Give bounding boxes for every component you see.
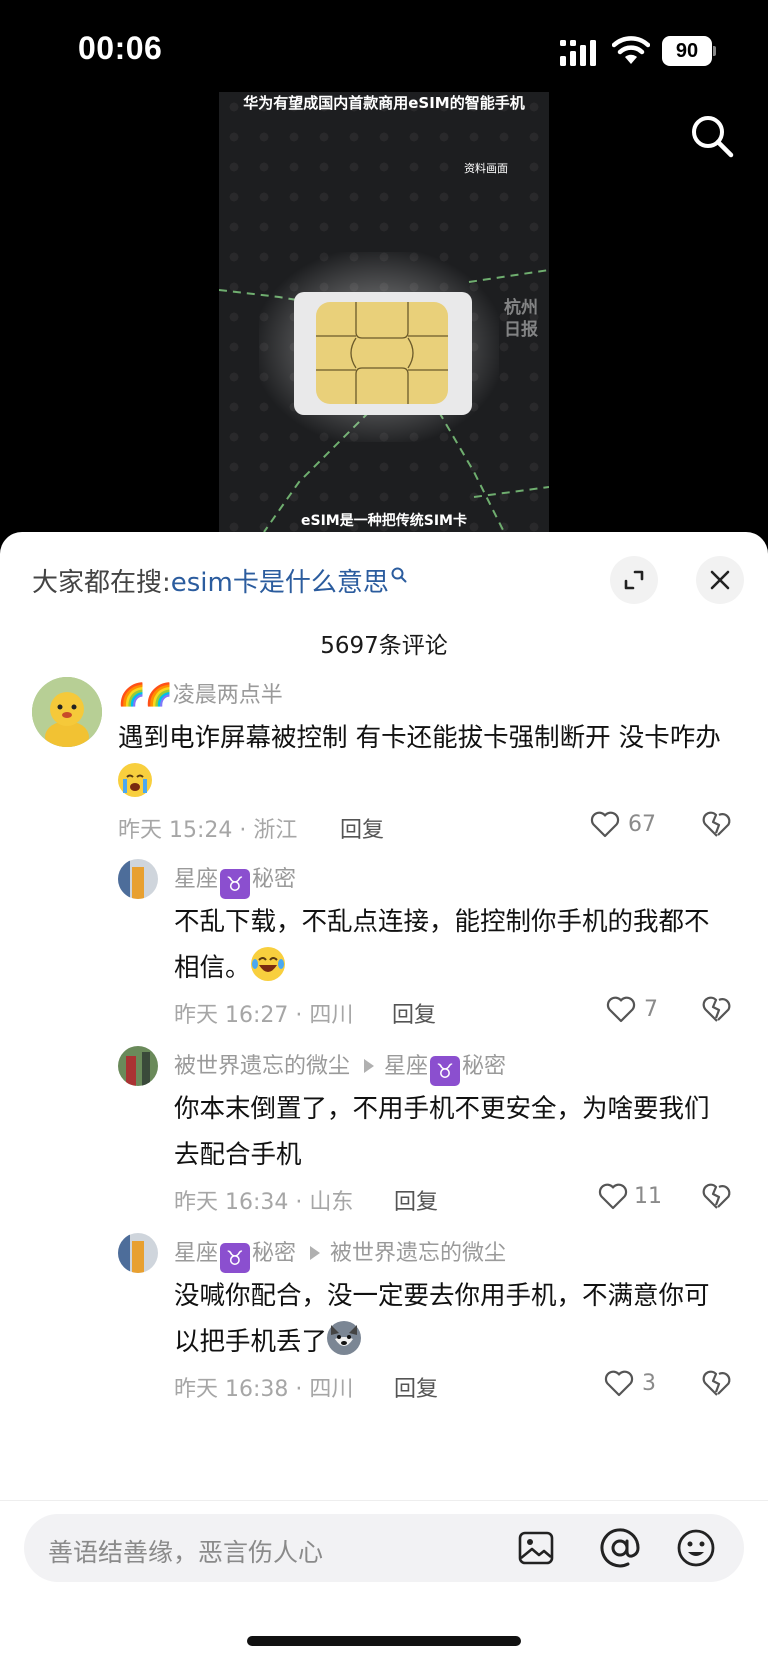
video-tag: 资料画面 — [464, 162, 508, 175]
avatar[interactable] — [118, 1046, 158, 1086]
like-count: 11 — [634, 1184, 662, 1209]
reply-time: 昨天 16:27 · 四川 — [174, 1003, 354, 1028]
reply-text: 没喊你配合，没一定要去你用手机，不满意你可以把手机丢了 — [174, 1281, 710, 1357]
taurus-badge-icon: ♉ — [220, 869, 251, 899]
reply-button[interactable]: 回复 — [394, 1184, 438, 1216]
like-heart-icon[interactable] — [604, 1369, 634, 1397]
like-heart-icon[interactable] — [598, 1182, 628, 1210]
reply-username[interactable]: 被世界遗忘的微尘 星座 ♉ 秘密 — [174, 1048, 506, 1086]
avatar[interactable] — [118, 859, 158, 899]
reply-item: 星座 ♉ 秘密 被世界遗忘的微尘 没喊你配合，没一定要去你用手机，不满意你可以把手机丢… — [0, 1233, 768, 1413]
sim-card-image — [294, 292, 472, 415]
video-frame: 华为有望成国内首款商用eSIM的智能手机 资料画面 杭州日报 eSIM是一种把传… — [219, 92, 549, 532]
like-heart-icon[interactable] — [606, 995, 636, 1023]
trending-search-hint[interactable]: 大家都在搜:esim卡是什么意思 — [32, 562, 407, 599]
dislike-broken-heart-icon[interactable] — [702, 1368, 732, 1398]
reply-button[interactable]: 回复 — [392, 997, 436, 1029]
reply-button[interactable]: 回复 — [340, 812, 384, 844]
avatar[interactable] — [32, 677, 102, 747]
battery-icon: 90 — [662, 36, 716, 66]
comment-text: 遇到电诈屏幕被控制 有卡还能拔卡强制断开 没卡咋办 — [118, 715, 728, 807]
laughing-tears-emoji — [250, 947, 285, 981]
video-title: 华为有望成国内首款商用eSIM的智能手机 — [243, 94, 525, 112]
taurus-badge-icon: ♉ — [220, 1243, 251, 1273]
expand-button[interactable] — [610, 556, 658, 604]
husky-dog-emoji — [327, 1321, 362, 1355]
like-heart-icon[interactable] — [590, 810, 620, 838]
video-caption: eSIM是一种把传统SIM卡 — [301, 513, 467, 529]
dislike-broken-heart-icon[interactable] — [702, 994, 732, 1024]
taurus-badge-icon: ♉ — [430, 1056, 461, 1086]
comment-sheet: 大家都在搜:esim卡是什么意思 5697条评论 🌈🌈凌晨两点半 遇到电诈屏幕被… — [0, 532, 768, 1663]
reply-text: 不乱下载，不乱点连接，能控制你手机的我都不相信。 — [174, 907, 710, 983]
cellular-signal-icon — [560, 40, 596, 66]
input-divider — [0, 1500, 768, 1501]
reply-to-arrow-icon — [310, 1246, 321, 1260]
search-small-icon — [391, 567, 407, 583]
sim-chip — [316, 302, 448, 404]
reply-text: 你本末倒置了，不用手机不更安全，为啥要我们去配合手机 — [174, 1094, 710, 1170]
video-player[interactable]: 华为有望成国内首款商用eSIM的智能手机 资料画面 杭州日报 eSIM是一种把传… — [0, 88, 768, 538]
avatar[interactable] — [118, 1233, 158, 1273]
search-hint-prefix: 大家都在搜: — [32, 568, 171, 598]
like-count: 67 — [628, 812, 656, 837]
reply-button[interactable]: 回复 — [394, 1371, 438, 1403]
mention-at-icon[interactable] — [598, 1526, 642, 1570]
reply-username[interactable]: 星座 ♉ 秘密 被世界遗忘的微尘 — [174, 1235, 506, 1273]
image-icon[interactable] — [518, 1530, 554, 1566]
status-bar: 00:06 90 — [0, 0, 768, 100]
dislike-broken-heart-icon[interactable] — [702, 809, 732, 839]
wifi-icon — [612, 36, 650, 64]
comment-count: 5697条评论 — [320, 633, 448, 659]
comment-time: 昨天 15:24 · 浙江 — [118, 818, 298, 843]
reply-item: 被世界遗忘的微尘 星座 ♉ 秘密 你本末倒置了，不用手机不更安全，为啥要我们去配合手机… — [0, 1046, 768, 1226]
reply-item: 星座 ♉ 秘密 不乱下载，不乱点连接，能控制你手机的我都不相信。 昨天 16:27 … — [0, 859, 768, 1039]
status-time: 00:06 — [78, 30, 163, 66]
like-count: 3 — [642, 1371, 656, 1396]
expand-icon — [624, 570, 644, 590]
crying-face-emoji — [118, 763, 152, 797]
dislike-broken-heart-icon[interactable] — [702, 1181, 732, 1211]
emoji-smiley-icon[interactable] — [676, 1528, 716, 1568]
search-hint-term[interactable]: esim卡是什么意思 — [171, 568, 389, 598]
comment-username[interactable]: 🌈🌈凌晨两点半 — [118, 677, 283, 709]
home-indicator[interactable] — [247, 1636, 521, 1646]
comment-item: 🌈🌈凌晨两点半 遇到电诈屏幕被控制 有卡还能拔卡强制断开 没卡咋办 昨天 15:… — [0, 677, 768, 857]
like-count: 7 — [644, 997, 658, 1022]
reply-username[interactable]: 星座 ♉ 秘密 — [174, 861, 296, 899]
close-button[interactable] — [696, 556, 744, 604]
comment-input[interactable]: 善语结善缘，恶言伤人心 — [24, 1514, 744, 1582]
battery-level: 90 — [675, 40, 699, 62]
reply-time: 昨天 16:38 · 四川 — [174, 1377, 354, 1402]
close-icon — [710, 570, 730, 590]
search-icon[interactable] — [690, 114, 734, 158]
comment-input-placeholder: 善语结善缘，恶言伤人心 — [48, 1538, 324, 1567]
reply-to-arrow-icon — [364, 1059, 375, 1073]
reply-time: 昨天 16:34 · 山东 — [174, 1190, 354, 1215]
video-watermark: 杭州日报 — [504, 298, 538, 340]
